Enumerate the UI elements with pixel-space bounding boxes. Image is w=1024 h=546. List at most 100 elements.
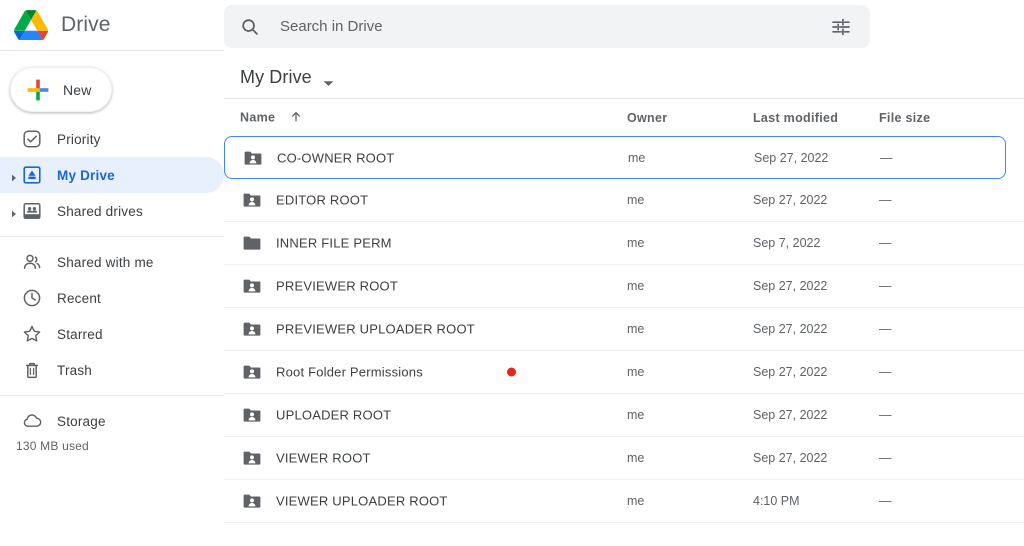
- file-last-modified: Sep 27, 2022: [754, 150, 829, 165]
- file-size: —: [879, 494, 892, 508]
- file-size: —: [879, 451, 892, 465]
- column-header-file-size[interactable]: File size: [879, 111, 930, 125]
- expand-triangle-icon[interactable]: [9, 206, 19, 218]
- file-size: —: [879, 193, 892, 207]
- plus-icon: [27, 79, 49, 101]
- priority-check-icon: [22, 129, 42, 149]
- sidebar: Drive New Priority My Drive Shared drive…: [0, 0, 224, 546]
- file-name: PREVIEWER ROOT: [276, 278, 398, 294]
- storage-usage-text: 130 MB used: [16, 439, 89, 453]
- sidebar-item-label: Storage: [57, 413, 106, 429]
- my-drive-icon: [22, 165, 42, 185]
- sidebar-item-label: Recent: [57, 290, 101, 306]
- arrow-up-icon[interactable]: [290, 110, 302, 125]
- file-list: CO-OWNER ROOT me Sep 27, 2022 — EDITOR R…: [224, 136, 1024, 523]
- file-owner: me: [627, 279, 645, 293]
- file-size: —: [880, 150, 893, 165]
- file-last-modified: Sep 27, 2022: [753, 365, 828, 379]
- file-last-modified: 4:10 PM: [753, 494, 800, 508]
- file-owner: me: [627, 236, 645, 250]
- shared-folder-icon: [242, 319, 262, 339]
- search-input[interactable]: [280, 18, 830, 35]
- brand-name: Drive: [61, 13, 111, 36]
- search-bar[interactable]: [224, 5, 870, 48]
- file-name: PREVIEWER UPLOADER ROOT: [276, 321, 475, 337]
- table-row[interactable]: INNER FILE PERM me Sep 7, 2022 —: [224, 222, 1024, 265]
- table-row[interactable]: PREVIEWER ROOT me Sep 27, 2022 —: [224, 265, 1024, 308]
- sidebar-item-shared-with-me[interactable]: Shared with me: [0, 244, 224, 280]
- shared-folder-icon: [242, 362, 262, 382]
- column-header-last-modified[interactable]: Last modified: [753, 111, 838, 125]
- sidebar-item-label: Priority: [57, 131, 101, 147]
- sidebar-divider-2: [0, 395, 224, 396]
- sidebar-item-trash[interactable]: Trash: [0, 352, 224, 388]
- table-row[interactable]: UPLOADER ROOT me Sep 27, 2022 —: [224, 394, 1024, 437]
- cursor-dot-marker: [507, 367, 516, 377]
- file-last-modified: Sep 27, 2022: [753, 279, 828, 293]
- file-owner: me: [627, 408, 645, 422]
- sidebar-item-label: Trash: [57, 362, 93, 378]
- sidebar-divider-1: [0, 236, 224, 237]
- sidebar-item-label: Shared drives: [57, 203, 143, 219]
- file-last-modified: Sep 7, 2022: [753, 236, 821, 250]
- file-last-modified: Sep 27, 2022: [753, 408, 828, 422]
- table-row[interactable]: Root Folder Permissions me Sep 27, 2022 …: [224, 351, 1024, 394]
- sidebar-item-label: Shared with me: [57, 254, 154, 270]
- file-last-modified: Sep 27, 2022: [753, 451, 828, 465]
- star-icon: [22, 324, 42, 344]
- trash-icon: [22, 360, 42, 380]
- shared-folder-icon: [242, 405, 262, 425]
- sidebar-item-storage[interactable]: Storage: [0, 403, 224, 439]
- file-owner: me: [627, 451, 645, 465]
- shared-folder-icon: [242, 190, 262, 210]
- sidebar-item-starred[interactable]: Starred: [0, 316, 224, 352]
- file-owner: me: [628, 150, 646, 165]
- main-content: My Drive Name Owner Last modified File s…: [224, 56, 1024, 546]
- table-row[interactable]: EDITOR ROOT me Sep 27, 2022 —: [224, 179, 1024, 222]
- file-size: —: [879, 322, 892, 336]
- file-last-modified: Sep 27, 2022: [753, 193, 828, 207]
- table-row[interactable]: PREVIEWER UPLOADER ROOT me Sep 27, 2022 …: [224, 308, 1024, 351]
- file-name: CO-OWNER ROOT: [277, 150, 395, 165]
- new-button-label: New: [63, 81, 92, 98]
- sidebar-item-label: Starred: [57, 326, 103, 342]
- sidebar-item-my-drive[interactable]: My Drive: [0, 157, 224, 193]
- shared-folder-icon: [242, 448, 262, 468]
- file-owner: me: [627, 322, 645, 336]
- column-header-name-label: Name: [240, 110, 276, 124]
- file-last-modified: Sep 27, 2022: [753, 322, 828, 336]
- file-size: —: [879, 279, 892, 293]
- table-row[interactable]: CO-OWNER ROOT me Sep 27, 2022 —: [224, 136, 1006, 179]
- file-name: UPLOADER ROOT: [276, 407, 392, 423]
- file-size: —: [879, 408, 892, 422]
- shared-folder-icon: [242, 491, 262, 511]
- folder-icon: [242, 233, 262, 253]
- column-header-name[interactable]: Name: [240, 110, 302, 125]
- sidebar-item-priority[interactable]: Priority: [0, 121, 224, 157]
- file-size: —: [879, 365, 892, 379]
- shared-folder-icon: [243, 148, 263, 168]
- file-name: INNER FILE PERM: [276, 235, 392, 251]
- table-row[interactable]: VIEWER UPLOADER ROOT me 4:10 PM —: [224, 480, 1024, 523]
- expand-triangle-icon[interactable]: [9, 170, 19, 182]
- shared-folder-icon: [242, 276, 262, 296]
- file-name: Root Folder Permissions: [276, 364, 423, 380]
- people-icon: [22, 252, 42, 272]
- file-name: VIEWER ROOT: [276, 450, 371, 466]
- chevron-down-icon[interactable]: [323, 74, 334, 86]
- table-row[interactable]: VIEWER ROOT me Sep 27, 2022 —: [224, 437, 1024, 480]
- file-name: VIEWER UPLOADER ROOT: [276, 493, 448, 509]
- column-header-owner[interactable]: Owner: [627, 111, 667, 125]
- sidebar-nav: Priority My Drive Shared drives Shared w…: [0, 121, 224, 439]
- brand-header: Drive: [0, 0, 224, 51]
- breadcrumb: My Drive: [224, 56, 1024, 98]
- file-name: EDITOR ROOT: [276, 192, 369, 208]
- tune-filter-icon[interactable]: [830, 16, 852, 38]
- new-button[interactable]: New: [10, 67, 112, 112]
- breadcrumb-title[interactable]: My Drive: [240, 67, 312, 88]
- sidebar-item-recent[interactable]: Recent: [0, 280, 224, 316]
- sidebar-item-shared-drives[interactable]: Shared drives: [0, 193, 224, 229]
- cloud-icon: [22, 411, 42, 431]
- file-owner: me: [627, 494, 645, 508]
- google-drive-window: Drive New Priority My Drive Shared drive…: [0, 0, 1024, 546]
